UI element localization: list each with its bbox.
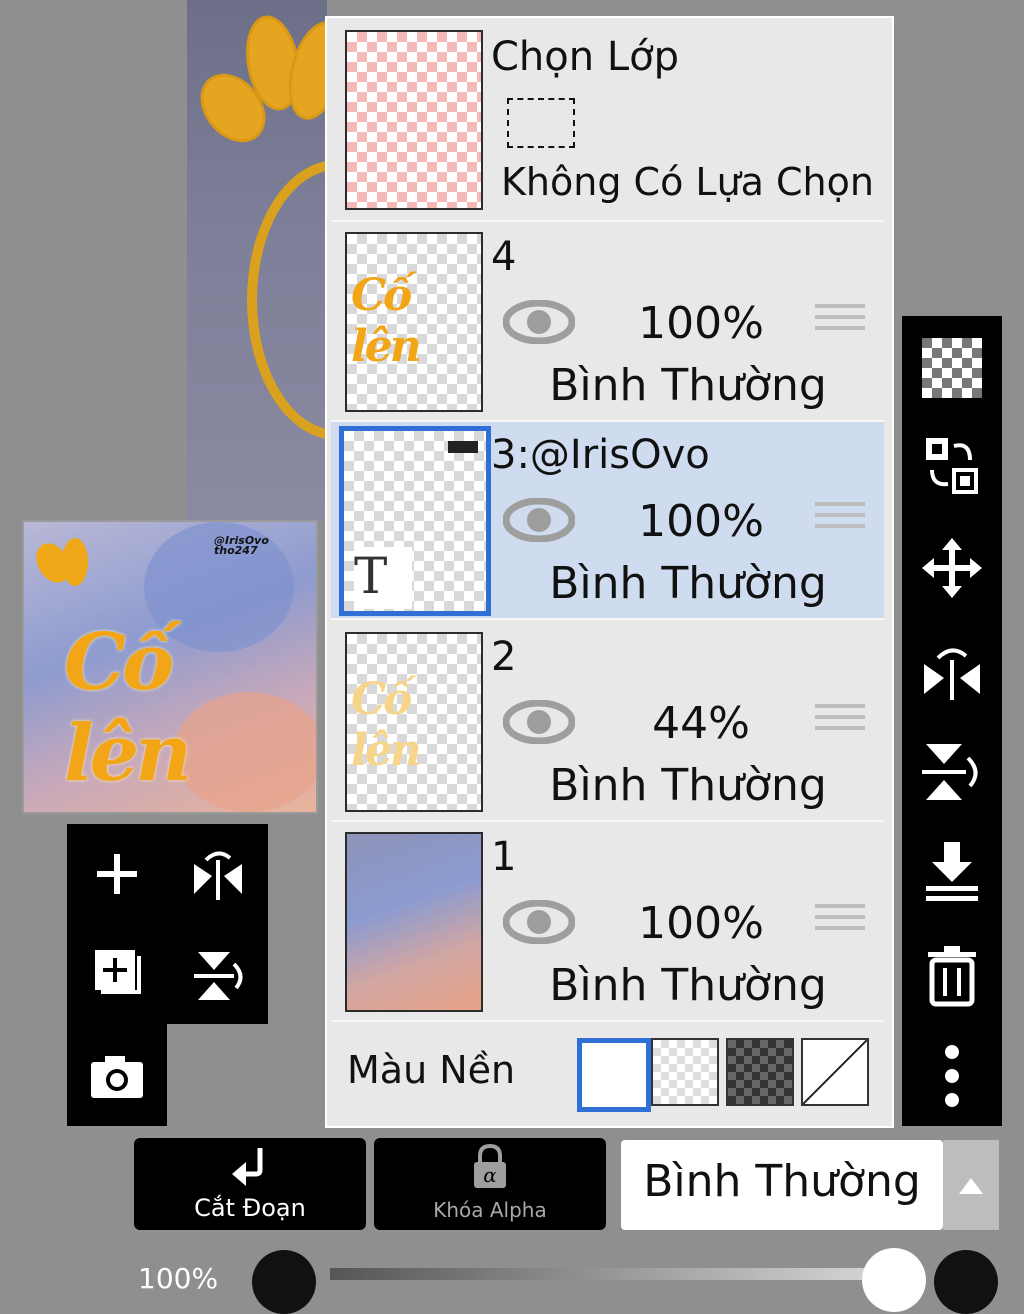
merge-down-icon: [926, 842, 978, 901]
layer-blend-mode[interactable]: Bình Thường: [543, 360, 833, 411]
opacity-slider-track[interactable]: [330, 1268, 910, 1280]
drag-handle-icon[interactable]: [815, 502, 865, 535]
move-icon: [922, 538, 982, 598]
preview-watermark: @IrisOvo tho247: [214, 534, 269, 557]
drag-handle-icon[interactable]: [815, 904, 865, 937]
camera-button[interactable]: [77, 1036, 157, 1116]
visibility-eye-icon[interactable]: [503, 498, 575, 542]
drag-handle-icon[interactable]: [815, 304, 865, 337]
blend-mode-dropdown-button[interactable]: [943, 1140, 999, 1230]
flip-vertical-icon: [922, 744, 978, 800]
swap-layer-button[interactable]: [912, 426, 992, 506]
clipping-arrow-icon: [232, 1148, 263, 1186]
transparency-button[interactable]: [912, 328, 992, 408]
add-layer-copy-button[interactable]: [77, 932, 157, 1012]
flip-horizontal-button[interactable]: [178, 834, 258, 914]
transparency-icon: [922, 338, 982, 398]
layer-opacity[interactable]: 100%: [631, 496, 771, 547]
selection-marquee-icon: [507, 98, 575, 148]
right-toolbar: [902, 316, 1002, 1126]
layer-name: 4: [491, 234, 517, 280]
text-layer-icon: T: [354, 547, 412, 609]
blend-mode-select[interactable]: Bình Thường: [621, 1140, 943, 1230]
visibility-eye-icon[interactable]: [503, 900, 575, 944]
move-button[interactable]: [912, 528, 992, 608]
background-none-swatch[interactable]: [801, 1038, 869, 1106]
alpha-lock-label: Khóa Alpha: [433, 1198, 547, 1222]
flip-horizontal-icon: [924, 648, 980, 700]
background-white-swatch[interactable]: [577, 1038, 651, 1112]
opacity-decrease-button[interactable]: [252, 1250, 316, 1314]
art-ring: [247, 160, 327, 440]
drag-handle-icon[interactable]: [815, 704, 865, 737]
layer-thumbnail: Cố lên: [345, 232, 483, 412]
layer-thumbnail: T: [339, 426, 491, 616]
alpha-lock-icon: α: [474, 1144, 506, 1188]
layer-blend-mode[interactable]: Bình Thường: [543, 558, 833, 609]
layer-thumbnail: Cố lên: [345, 632, 483, 812]
opacity-increase-button[interactable]: [934, 1250, 998, 1314]
alpha-lock-button[interactable]: α Khóa Alpha: [374, 1138, 606, 1230]
layer-opacity[interactable]: 44%: [631, 698, 771, 749]
merge-down-button[interactable]: [912, 832, 992, 912]
layer-thumbnail-watermark: [448, 441, 478, 453]
add-layer-button[interactable]: [77, 834, 157, 914]
more-icon: [945, 1045, 959, 1107]
opacity-slider-thumb[interactable]: [862, 1248, 926, 1312]
opacity-value: 100%: [138, 1262, 219, 1295]
layer-thumbnail-art: Cố lên: [351, 674, 422, 776]
canvas-artwork[interactable]: [187, 0, 327, 520]
clipping-button[interactable]: Cắt Đoạn: [134, 1138, 366, 1230]
background-transparent-swatch[interactable]: [651, 1038, 719, 1106]
add-layer-icon: [97, 854, 137, 894]
flip-horizontal-icon: [194, 851, 242, 900]
layer-thumbnail-art: Cố lên: [351, 270, 422, 372]
svg-text:α: α: [483, 1163, 497, 1187]
flip-vertical-icon: [194, 952, 243, 1000]
visibility-eye-icon[interactable]: [503, 700, 575, 744]
delete-layer-button[interactable]: [912, 936, 992, 1016]
art-petal: [62, 538, 88, 586]
layer-row-selected[interactable]: T 3:@IrisOvo 100% Bình Thường: [331, 422, 884, 620]
clipping-label: Cắt Đoạn: [194, 1194, 306, 1222]
canvas-preview-thumbnail[interactable]: Cố lên @IrisOvo tho247: [22, 520, 318, 814]
blend-mode-value: Bình Thường: [643, 1156, 921, 1207]
layer-blend-mode[interactable]: Bình Thường: [543, 960, 833, 1011]
layer-blend-mode[interactable]: Bình Thường: [543, 760, 833, 811]
no-background-icon: [802, 1039, 868, 1105]
layer-panel: Chọn Lớp Không Có Lựa Chọn Cố lên 4 100%…: [325, 16, 894, 1128]
layer-row[interactable]: Cố lên 4 100% Bình Thường: [331, 222, 884, 422]
layer-thumbnail: [345, 832, 483, 1012]
flip-horizontal-button-right[interactable]: [912, 632, 992, 712]
selection-status: Không Có Lựa Chọn: [501, 160, 874, 204]
background-dark-checker-swatch[interactable]: [726, 1038, 794, 1106]
layer-name: 2: [491, 634, 517, 680]
delete-icon: [928, 946, 976, 1007]
add-layer-copy-icon: [95, 950, 141, 994]
chevron-up-icon: [959, 1178, 983, 1194]
layer-opacity[interactable]: 100%: [631, 898, 771, 949]
more-options-button[interactable]: [912, 1036, 992, 1116]
camera-icon: [91, 1056, 143, 1098]
layer-name: 3:@IrisOvo: [491, 432, 710, 478]
swap-layer-icon: [926, 438, 978, 494]
visibility-eye-icon[interactable]: [503, 300, 575, 344]
layer-opacity[interactable]: 100%: [631, 298, 771, 349]
flip-vertical-button-right[interactable]: [912, 732, 992, 812]
flip-vertical-button[interactable]: [178, 936, 258, 1016]
layer-name: 1: [491, 834, 517, 880]
preview-art-text: Cố lên: [64, 617, 192, 799]
selection-title: Chọn Lớp: [491, 34, 679, 80]
selection-layer-row[interactable]: Chọn Lớp Không Có Lựa Chọn: [331, 20, 884, 222]
layer-row[interactable]: 1 100% Bình Thường: [331, 822, 884, 1022]
layer-row[interactable]: Cố lên 2 44% Bình Thường: [331, 622, 884, 822]
background-label: Màu Nền: [347, 1048, 516, 1092]
selection-thumbnail: [345, 30, 483, 210]
